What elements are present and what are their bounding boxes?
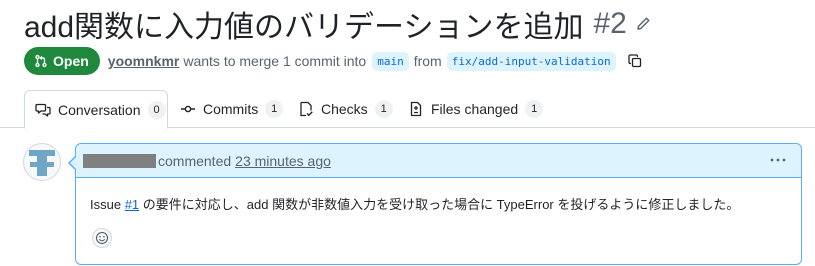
tab-conversation[interactable]: Conversation 0 — [24, 90, 168, 129]
tab-checks[interactable]: Checks 1 — [288, 90, 403, 128]
head-branch[interactable]: fix/add-input-validation — [446, 51, 616, 71]
pr-meta: Open yoomnkmr wants to merge 1 commit in… — [24, 46, 643, 76]
tab-label: Conversation — [58, 101, 141, 118]
checklist-icon — [298, 101, 314, 117]
pr-tabs: Conversation 0 Commits 1 Checks 1 Files … — [0, 90, 815, 129]
base-branch[interactable]: main — [372, 51, 409, 71]
file-diff-icon — [408, 101, 424, 117]
from-text: from — [413, 53, 442, 69]
comment-action: commented — [158, 152, 232, 169]
state-label: Open — [53, 53, 89, 69]
pr-title: add関数に入力値のバリデーションを追加 — [24, 11, 584, 44]
pr-number: #2 — [593, 7, 627, 40]
pencil-icon[interactable] — [635, 16, 651, 32]
git-commit-icon — [180, 101, 196, 117]
body-prefix: Issue — [90, 197, 125, 212]
tab-counter: 1 — [525, 100, 544, 118]
body-text: の要件に対応し、add 関数が非数値入力を受け取った場合に TypeError … — [139, 197, 740, 212]
tab-counter: 1 — [374, 100, 393, 118]
tab-counter: 0 — [147, 100, 166, 119]
issue-link[interactable]: #1 — [125, 197, 139, 212]
avatar[interactable] — [23, 143, 61, 181]
tab-counter: 1 — [265, 100, 284, 118]
merge-text: wants to merge 1 commit into — [183, 53, 367, 69]
tab-commits[interactable]: Commits 1 — [170, 90, 293, 128]
timeline-comment: commented 23 minutes ago Issue #1 の要件に対応… — [68, 143, 802, 265]
tab-files-changed[interactable]: Files changed 1 — [398, 90, 553, 128]
comment-timestamp[interactable]: 23 minutes ago — [235, 153, 331, 169]
tab-label: Files changed — [431, 101, 519, 117]
author-link[interactable]: yoomnkmr — [108, 53, 180, 69]
redacted-author — [83, 153, 156, 168]
comment-body: Issue #1 の要件に対応し、add 関数が非数値入力を受け取った場合に T… — [90, 194, 739, 213]
tab-label: Commits — [203, 101, 259, 117]
pr-title-row: add関数に入力値のバリデーションを追加 #2 — [24, 4, 651, 44]
copy-icon[interactable] — [627, 53, 643, 69]
comment-header: commented 23 minutes ago — [76, 144, 801, 178]
state-badge: Open — [24, 47, 100, 75]
smiley-icon[interactable] — [92, 228, 112, 248]
kebab-menu-icon[interactable] — [769, 152, 787, 168]
git-pull-request-icon — [34, 54, 48, 68]
comment-discussion-icon — [35, 102, 51, 118]
tab-label: Checks — [321, 101, 368, 117]
